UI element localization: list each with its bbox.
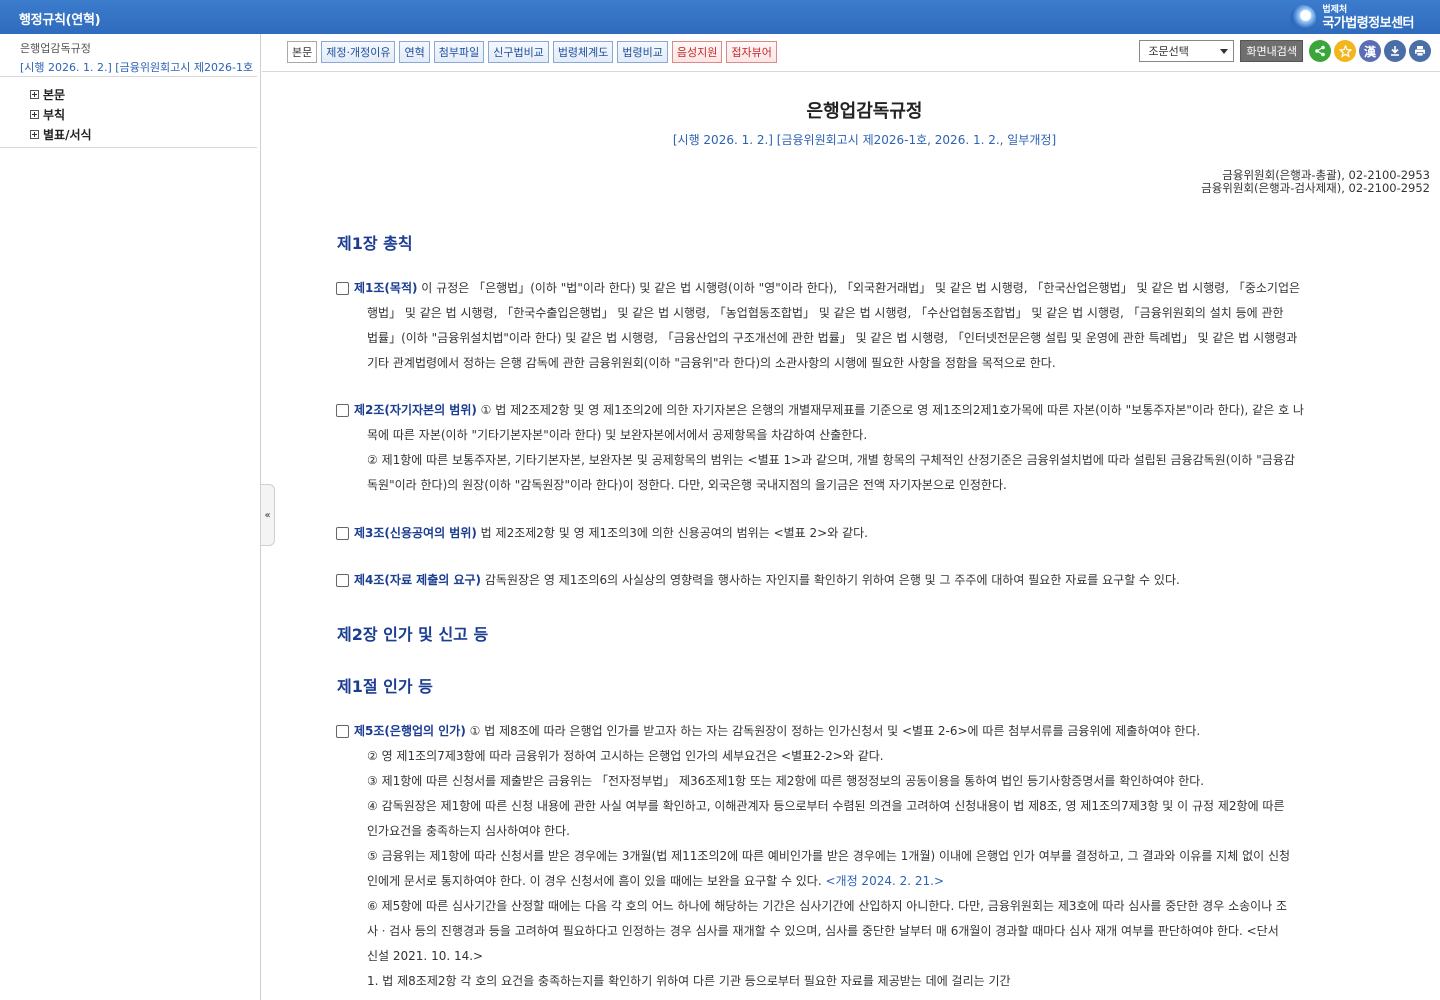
article-heading[interactable]: 제1조(목적) xyxy=(354,281,417,295)
article-4: 제4조(자료 제출의 요구) 감독원장은 영 제1조의6의 사실상의 영향력을 … xyxy=(336,568,1432,593)
article-text: 인에게 문서로 통지하여야 한다. 이 경우 신청서에 흠이 있을 때에는 보완… xyxy=(336,869,1432,894)
site-logo[interactable]: 법제처 국가법령정보센터 xyxy=(1290,3,1414,33)
sidebar-item-label: 본문 xyxy=(43,87,66,102)
article-paragraph: ② 제1항에 따른 보통주자본, 기타기본자본, 보완자본 및 공제항목의 범위… xyxy=(367,453,1295,467)
article-checkbox[interactable] xyxy=(336,404,349,417)
article-paragraph: ③ 제1항에 따른 신청서를 제출받은 금융위는 「전자정부법」 제36조제1항… xyxy=(367,774,1205,788)
article-select-value: 조문선택 xyxy=(1148,45,1189,58)
expand-plus-icon[interactable] xyxy=(30,129,39,139)
tab-law-compare[interactable]: 법령비교 xyxy=(617,41,668,63)
sidebar-item-addenda[interactable]: 부칙 xyxy=(30,104,92,124)
sidebar: 은행업감독규정 [시행 2026. 1. 2.] [금융위원회고시 제2026-… xyxy=(0,34,261,1000)
share-icon[interactable] xyxy=(1309,40,1331,62)
contact-info: 금융위원회(은행과-총괄), 02-2100-2953 금융위원회(은행과-검사… xyxy=(1201,169,1430,195)
app-window: 행정규칙(연혁) 법제처 국가법령정보센터 은행업감독규정 [시행 2026. … xyxy=(0,0,1440,1000)
article-text: 목에 따른 자본(이하 "기타기본자본"이라 한다) 및 보완자본에서에서 공제… xyxy=(367,428,868,442)
sidebar-divider xyxy=(0,147,257,148)
revision-link[interactable]: <개정 2024. 2. 21.> xyxy=(825,874,944,888)
article-text: 행법」 및 같은 법 시행령, 「한국수출입은행법」 및 같은 법 시행령, 「… xyxy=(367,306,1284,320)
contact-line: 금융위원회(은행과-검사제재), 02-2100-2952 xyxy=(1201,181,1430,195)
document-content: 은행업감독규정 [시행 2026. 1. 2.] [금융위원회고시 제2026-… xyxy=(262,73,1440,1000)
chevron-down-icon xyxy=(1220,48,1229,54)
sidebar-item-tables-forms[interactable]: 별표/서식 xyxy=(30,124,92,144)
logo-mark-icon xyxy=(1290,5,1317,31)
article-text: 사ㆍ검사 등의 진행경과 등을 고려하여 필요하다고 인정하는 경우 심사를 재… xyxy=(367,924,1279,938)
article-paragraph: ④ 감독원장은 제1항에 따른 신청 내용에 관한 사실 여부를 확인하고, 이… xyxy=(367,799,1285,813)
article-text: 법률」(이하 "금융위설치법"이라 한다) 및 같은 법 시행령, 「금융산업의… xyxy=(367,331,1298,345)
article-1: 제1조(목적) 이 규정은 「은행법」(이하 "법"이라 한다) 및 같은 법 … xyxy=(336,276,1432,376)
article-text: 감독원장은 영 제1조의6의 사실상의 영향력을 행사하는 자인지를 확인하기 … xyxy=(481,573,1180,587)
section-1-heading: 제1절 인가 등 xyxy=(337,677,433,696)
article-text: ① 법 제2조제2항 및 영 제1조의2에 의한 자기자본은 은행의 개별재무제… xyxy=(476,403,1304,417)
tab-old-new-compare[interactable]: 신구법비교 xyxy=(488,41,549,63)
toolbar: 본문 제정·개정이유 연혁 첨부파일 신구법비교 법령체계도 법령비교 음성지원… xyxy=(262,34,1440,72)
article-item: 1. 법 제8조제2항 각 호의 요건을 충족하는지를 확인하기 위하여 다른 … xyxy=(367,974,1011,988)
toolbar-buttons: 본문 제정·개정이유 연혁 첨부파일 신구법비교 법령체계도 법령비교 음성지원… xyxy=(287,41,781,63)
voice-support-button[interactable]: 음성지원 xyxy=(671,41,723,63)
article-paragraph: ⑥ 제5항에 따른 심사기간을 산정할 때에는 다음 각 호의 어느 하나에 해… xyxy=(367,899,1288,913)
logo-big-text: 국가법령정보센터 xyxy=(1322,16,1414,31)
page-title: 행정규칙(연혁) xyxy=(19,13,101,28)
sidebar-tree: 본문 부칙 별표/서식 xyxy=(30,84,92,144)
sidebar-law-sub: [시행 2026. 1. 2.] [금융위원회고시 제2026-1호 xyxy=(20,61,254,74)
sidebar-item-main[interactable]: 본문 xyxy=(30,84,92,104)
tab-attachments[interactable]: 첨부파일 xyxy=(433,41,485,63)
article-checkbox[interactable] xyxy=(336,725,349,738)
article-text: 이 규정은 「은행법」(이하 "법"이라 한다) 및 같은 법 시행령(이하 "… xyxy=(417,281,1301,295)
tab-law-hierarchy[interactable]: 법령체계도 xyxy=(552,41,614,63)
article-checkbox[interactable] xyxy=(336,527,349,540)
sidebar-item-label: 별표/서식 xyxy=(43,127,92,142)
braille-viewer-button[interactable]: 접자뷰어 xyxy=(726,41,777,63)
article-2: 제2조(자기자본의 범위) ① 법 제2조제2항 및 영 제1조의2에 의한 자… xyxy=(336,398,1432,498)
print-icon[interactable] xyxy=(1409,40,1431,62)
expand-plus-icon[interactable] xyxy=(30,109,39,119)
article-text: ① 법 제8조에 따라 은행업 인가를 받고자 하는 자는 감독원장이 정하는 … xyxy=(465,724,1201,738)
article-paragraph: ⑤ 금융위는 제1항에 따라 신청서를 받은 경우에는 3개월(법 제11조의2… xyxy=(367,849,1291,863)
expand-plus-icon[interactable] xyxy=(30,89,39,99)
article-text: 신설 2021. 10. 14.> xyxy=(367,949,484,963)
in-page-search-button[interactable]: 화면내검색 xyxy=(1240,40,1303,62)
article-checkbox[interactable] xyxy=(336,574,349,587)
chapter-2-heading: 제2장 인가 및 신고 등 xyxy=(337,625,489,644)
sidebar-header: 은행업감독규정 [시행 2026. 1. 2.] [금융위원회고시 제2026-… xyxy=(0,34,257,77)
article-text: 법 제2조제2항 및 영 제1조의3에 의한 신용공여의 범위는 <별표 2>와… xyxy=(476,526,868,540)
article-select[interactable]: 조문선택 xyxy=(1139,40,1235,62)
top-header: 행정규칙(연혁) 법제처 국가법령정보센터 xyxy=(0,0,1440,34)
tab-main-text[interactable]: 본문 xyxy=(287,41,318,63)
article-heading[interactable]: 제2조(자기자본의 범위) xyxy=(354,403,477,417)
sidebar-law-name: 은행업감독규정 xyxy=(20,42,91,55)
download-icon[interactable] xyxy=(1384,40,1406,62)
article-checkbox[interactable] xyxy=(336,282,349,295)
article-text: 독원"이라 한다)의 원장(이하 "감독원장"이라 한다)이 정한다. 다만, … xyxy=(367,478,1007,492)
law-title: 은행업감독규정 xyxy=(806,101,923,122)
tab-history[interactable]: 연혁 xyxy=(399,41,430,63)
article-text: 기타 관계법령에서 정하는 은행 감독에 관한 금융위원회(이하 "금융위"라 … xyxy=(367,356,1056,370)
logo-text: 법제처 국가법령정보센터 xyxy=(1322,5,1414,31)
sidebar-item-label: 부칙 xyxy=(43,107,66,122)
article-heading[interactable]: 제5조(은행업의 인가) xyxy=(354,724,466,738)
article-5: 제5조(은행업의 인가) ① 법 제8조에 따라 은행업 인가를 받고자 하는 … xyxy=(336,719,1432,994)
article-heading[interactable]: 제3조(신용공여의 범위) xyxy=(354,526,477,540)
article-3: 제3조(신용공여의 범위) 법 제2조제2항 및 영 제1조의3에 의한 신용공… xyxy=(336,521,1432,546)
article-paragraph: ② 영 제1조의7제3항에 따라 금융위가 정하여 고시하는 은행업 인가의 세… xyxy=(367,749,884,763)
article-text: 인가요건을 충족하는지 심사하여야 한다. xyxy=(367,824,570,838)
tab-revision-reason[interactable]: 제정·개정이유 xyxy=(321,41,396,63)
chapter-1-heading: 제1장 총칙 xyxy=(337,234,413,253)
star-icon[interactable] xyxy=(1334,40,1356,62)
hanja-icon[interactable]: 漢 xyxy=(1359,40,1381,62)
article-heading[interactable]: 제4조(자료 제출의 요구) xyxy=(354,573,481,587)
article-text: 인에게 문서로 통지하여야 한다. 이 경우 신청서에 흠이 있을 때에는 보완… xyxy=(367,874,826,888)
logo-small-text: 법제처 xyxy=(1322,5,1348,15)
toolbar-right: 조문선택 화면내검색 漢 xyxy=(1139,40,1431,62)
law-subtitle[interactable]: [시행 2026. 1. 2.] [금융위원회고시 제2026-1호, 2026… xyxy=(262,131,1440,148)
